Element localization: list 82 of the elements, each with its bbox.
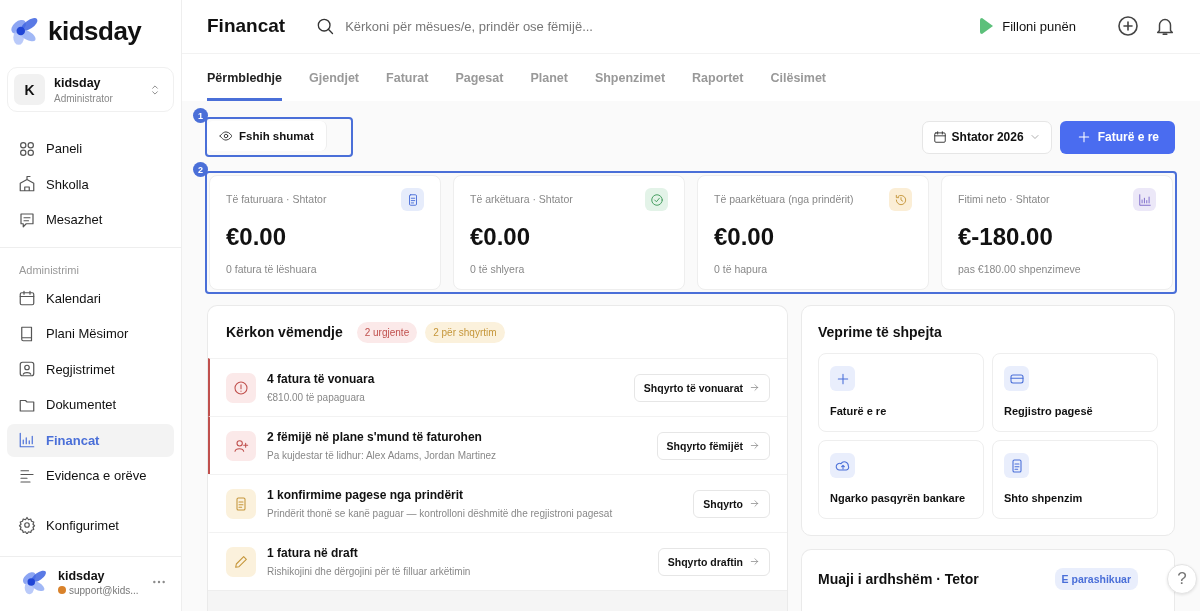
card-title: Muaji i ardhshëm · Tetor: [818, 571, 979, 587]
sidebar-item[interactable]: Plani Mësimor: [7, 317, 174, 351]
account-switcher[interactable]: K kidsday Administrator: [7, 67, 174, 112]
play-icon: [980, 17, 995, 36]
sidebar-item[interactable]: Shkolla: [7, 167, 174, 201]
quick-action-button[interactable]: Faturë e re: [818, 353, 984, 432]
account-avatar: K: [14, 74, 45, 105]
row-subtitle: Rishikojini dhe dërgojini për të filluar arkëtimin: [267, 566, 472, 577]
stat-value: €0.00: [714, 223, 776, 251]
arrow-right-icon: [749, 498, 760, 509]
grid-icon: [18, 139, 36, 158]
quick-action-button[interactable]: Regjistro pagesë: [992, 353, 1158, 432]
user-email: support@kids...: [69, 584, 139, 596]
doc-icon: [233, 495, 249, 512]
row-subtitle: Pa kujdestar të lidhur: Alex Adams, Jordan Martinez: [267, 450, 497, 461]
stat-label: Fitimi neto · Shtator: [958, 192, 1050, 205]
calendar-icon: [18, 289, 36, 308]
month-select[interactable]: Shtator 2026: [921, 120, 1052, 154]
sidebar-item[interactable]: Dokumentet: [7, 388, 174, 422]
row-title: 4 fatura të vonuara: [267, 372, 376, 386]
status-badge: 2 urgjente: [356, 321, 418, 343]
stat-value: €0.00: [226, 223, 288, 251]
userplus-icon: [233, 437, 249, 454]
review-button[interactable]: Shqyrto fëmijët: [656, 431, 770, 460]
brand-name: kidsday: [48, 15, 142, 47]
annotation-badge: 1: [193, 108, 208, 123]
review-button[interactable]: Shqyrto të vonuarat: [633, 373, 770, 402]
stat-label: Të paarkëtuara (nga prindërit): [714, 192, 854, 205]
stat-note: 0 të shlyera: [470, 263, 526, 275]
new-invoice-button[interactable]: Faturë e re: [1059, 120, 1175, 154]
account-name: kidsday: [54, 75, 102, 90]
row-title: 1 fatura në draft: [267, 546, 359, 560]
forecast-badge: E parashikuar: [1054, 568, 1138, 590]
review-button[interactable]: Shqyrto: [693, 489, 770, 518]
user-name: kidsday: [58, 568, 106, 583]
stat-label: Të faturuara · Shtator: [226, 192, 327, 205]
status-badge: 2 për shqyrtim: [425, 321, 505, 343]
add-button[interactable]: [1116, 14, 1140, 39]
stat-note: pas €180.00 shpenzimeve: [958, 263, 1082, 275]
chart-icon: [18, 431, 36, 450]
page-title: Financat: [207, 15, 286, 38]
quick-action-button[interactable]: Shto shpenzim: [992, 440, 1158, 519]
annotation-badge: 2: [193, 162, 208, 177]
row-subtitle: €810.00 të papaguara: [267, 392, 366, 403]
account-role: Administrator: [54, 92, 114, 104]
stat-note: 0 të hapura: [714, 263, 769, 275]
calendar-icon: [932, 130, 947, 144]
arrow-right-icon: [749, 382, 760, 393]
arrow-right-icon: [749, 556, 760, 567]
review-button[interactable]: Shqyrto draftin: [657, 547, 770, 576]
search-field[interactable]: Kërkoni për mësues/e, prindër ose fëmijë...: [343, 17, 708, 35]
quick-action-button[interactable]: Ngarko pasqyrën bankare: [818, 440, 984, 519]
alert-icon: [233, 379, 249, 396]
card-title: Kërkon vëmendje: [226, 324, 343, 340]
sidebar-item[interactable]: Mesazhet: [7, 203, 174, 237]
hide-amounts-button[interactable]: Fshih shumat: [207, 121, 327, 151]
stat-note: 0 fatura të lëshuara: [226, 263, 318, 275]
sidebar-item[interactable]: Regjistrimet: [7, 352, 174, 386]
settings-icon: [18, 516, 36, 535]
eye-icon: [219, 129, 233, 143]
search-icon: [315, 16, 336, 37]
person-icon: [18, 360, 36, 379]
row-title: 2 fëmijë në plane s'mund të faturohen: [267, 430, 483, 444]
pencil-icon: [233, 553, 249, 570]
section-title: Administrimi: [18, 262, 80, 276]
sidebar-item[interactable]: Financat: [7, 423, 174, 457]
row-subtitle: Prindërit thonë se kanë paguar — kontrolloni dëshmitë dhe regjistroni pagesat: [267, 508, 614, 519]
stat-value: €0.00: [470, 223, 532, 251]
sidebar-item[interactable]: Kalendari: [7, 281, 174, 315]
card-title: Veprime të shpejta: [818, 324, 943, 340]
school-icon: [18, 175, 36, 194]
chat-icon: [18, 210, 36, 229]
stat-value: €-180.00: [958, 223, 1054, 251]
add-icon: [1116, 14, 1140, 39]
sidebar-item[interactable]: Evidenca e orëve: [7, 459, 174, 493]
sidebar-item[interactable]: Konfigurimet: [7, 508, 174, 542]
arrow-right-icon: [749, 440, 760, 451]
start-work-button[interactable]: Filloni punën: [980, 17, 1076, 36]
stat-label: Të arkëtuara · Shtator: [470, 192, 573, 205]
warning-dot-icon: [58, 586, 66, 594]
sidebar-item[interactable]: Paneli: [7, 132, 174, 166]
row-title: 1 konfirmime pagese nga prindërit: [267, 488, 465, 502]
